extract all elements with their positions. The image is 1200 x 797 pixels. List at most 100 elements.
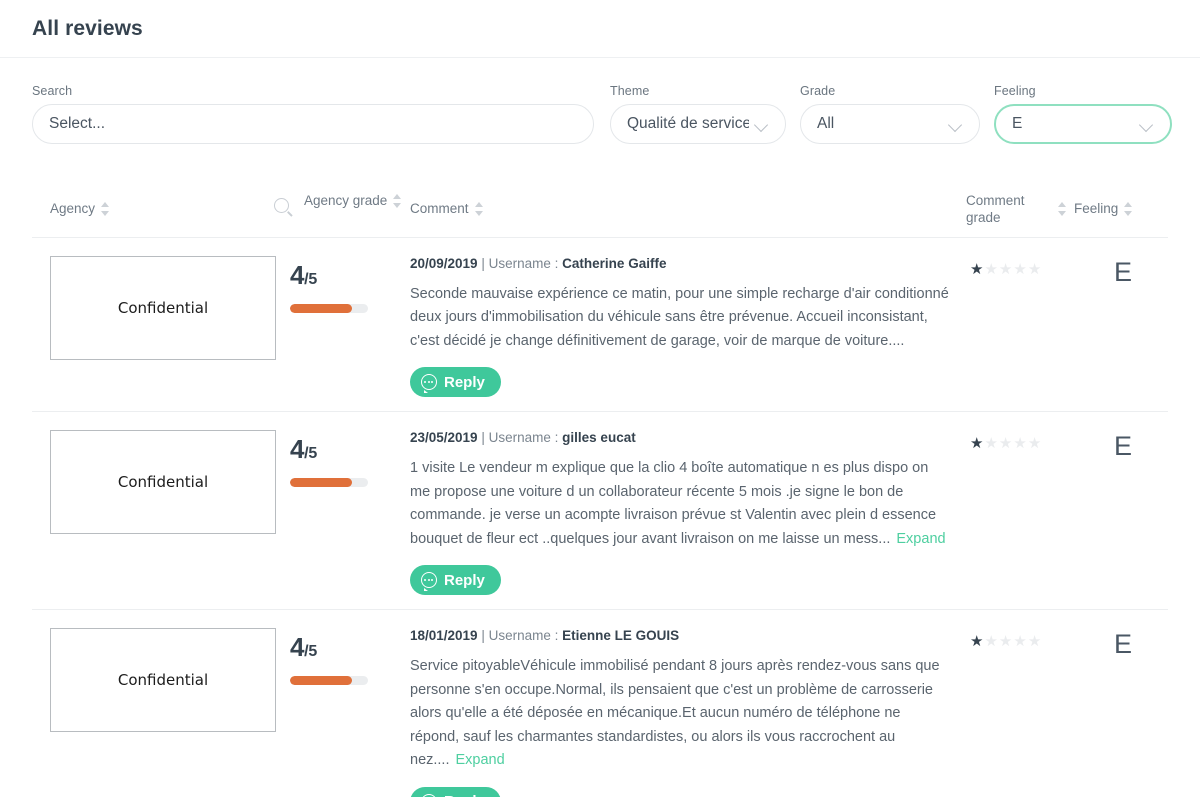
agency-confidential-box: Confidential xyxy=(50,430,276,535)
reply-button-label: Reply xyxy=(444,373,485,391)
sort-arrows-icon[interactable] xyxy=(474,201,484,217)
grade-select-value: All xyxy=(817,115,835,132)
comment-text: 1 visite Le vendeur m explique que la cl… xyxy=(410,460,946,547)
comment-username: gilles eucat xyxy=(562,430,636,446)
column-header-feeling[interactable]: Feeling xyxy=(1074,200,1133,217)
star-icon: ★ xyxy=(1013,261,1027,278)
comment-grade-stars: ★ ★ ★ ★ ★ xyxy=(970,436,1041,451)
sort-arrows-icon[interactable] xyxy=(393,193,402,209)
comment-meta: 23/05/2019 | Username : gilles eucat xyxy=(410,430,952,445)
search-filter: Search Select... xyxy=(32,84,594,144)
chevron-down-icon xyxy=(949,120,963,129)
star-icon: ★ xyxy=(984,435,998,453)
expand-link[interactable]: Expand xyxy=(896,531,945,547)
cell-feeling: E xyxy=(1078,430,1168,595)
meta-separator: | xyxy=(481,628,485,644)
star-icon: ★ xyxy=(970,633,984,651)
search-input-placeholder: Select... xyxy=(49,115,105,132)
reply-button[interactable]: Reply xyxy=(410,786,501,797)
agency-search-icon-wrap[interactable] xyxy=(274,198,289,213)
search-input[interactable]: Select... xyxy=(32,104,594,144)
feeling-value: E xyxy=(1113,257,1132,287)
star-icon: ★ xyxy=(1013,435,1027,453)
chevron-down-icon xyxy=(755,120,769,129)
reply-button[interactable]: Reply xyxy=(410,367,501,398)
star-icon: ★ xyxy=(970,435,984,453)
agency-grade-value: 4/5 xyxy=(290,434,317,465)
username-label: Username : xyxy=(488,430,559,446)
comment-grade-stars: ★ ★ ★ ★ ★ xyxy=(970,262,1041,277)
cell-agency: Confidential xyxy=(32,430,290,595)
grade-label: Grade xyxy=(800,84,836,98)
reply-button-label: Reply xyxy=(444,571,485,589)
table-row: Confidential 4/5 18/01/2019 | Username : E… xyxy=(32,610,1168,797)
theme-label: Theme xyxy=(610,84,650,98)
star-icon: ★ xyxy=(1027,435,1042,453)
sort-arrows-icon[interactable] xyxy=(1058,201,1067,217)
cell-comment-grade: ★ ★ ★ ★ ★ xyxy=(970,256,1078,397)
star-icon: ★ xyxy=(998,261,1013,278)
column-header-agency-grade-label: Agency grade xyxy=(304,193,388,208)
reviews-list: Confidential 4/5 20/09/2019 | Username : C… xyxy=(32,238,1168,797)
table-row: Confidential 4/5 20/09/2019 | Username : C… xyxy=(32,238,1168,413)
cell-agency-grade: 4/5 xyxy=(290,430,410,595)
column-header-comment[interactable]: Comment xyxy=(410,200,484,217)
cell-agency: Confidential xyxy=(32,628,290,797)
agency-name: Confidential xyxy=(117,299,209,317)
cell-feeling: E xyxy=(1078,256,1168,397)
sort-arrows-icon[interactable] xyxy=(101,201,110,217)
agency-name: Confidential xyxy=(117,671,209,690)
cell-comment-grade: ★ ★ ★ ★ ★ xyxy=(970,430,1078,595)
comment-meta: 18/01/2019 | Username : Etienne LE GOUIS xyxy=(410,628,952,643)
comment-text: Service pitoyableVéhicule immobilisé pen… xyxy=(410,658,940,769)
username-label: Username : xyxy=(488,628,559,644)
agency-grade-progress xyxy=(290,478,368,488)
cell-comment: 20/09/2019 | Username : Catherine Gaiffe… xyxy=(410,256,970,398)
all-reviews-page: All reviews Search Select... Theme Quali… xyxy=(0,0,1200,797)
column-header-comment-grade-label: Comment grade xyxy=(966,193,1025,226)
agency-grade-progress xyxy=(290,304,368,313)
meta-separator: | xyxy=(481,256,485,271)
search-label: Search xyxy=(32,84,73,98)
expand-link[interactable]: Expand xyxy=(456,752,505,768)
cell-comment: 18/01/2019 | Username : Etienne LE GOUIS… xyxy=(410,628,970,797)
search-icon[interactable] xyxy=(274,198,289,213)
feeling-select-value: E xyxy=(1012,115,1023,132)
star-icon: ★ xyxy=(984,633,998,651)
agency-confidential-box: Confidential xyxy=(50,256,276,360)
comment-bubble-icon xyxy=(421,572,437,592)
page-title: All reviews xyxy=(32,16,143,40)
star-icon: ★ xyxy=(1013,633,1027,651)
grade-filter: Grade All xyxy=(800,84,980,144)
comment-date: 23/05/2019 xyxy=(410,430,478,446)
star-icon: ★ xyxy=(998,435,1013,453)
feeling-select[interactable]: E xyxy=(994,104,1172,144)
grade-select[interactable]: All xyxy=(800,104,980,144)
column-header-agency-label: Agency xyxy=(50,201,96,216)
table-row: Confidential 4/5 23/05/2019 | Username : g… xyxy=(32,412,1168,611)
comment-username: Etienne LE GOUIS xyxy=(562,628,680,644)
column-header-comment-grade[interactable]: Comment grade xyxy=(966,192,1067,227)
meta-separator: | xyxy=(481,430,485,446)
reply-button[interactable]: Reply xyxy=(410,565,501,596)
star-icon: ★ xyxy=(1027,633,1042,651)
column-header-agency-grade[interactable]: Agency grade xyxy=(304,192,402,209)
column-header-agency[interactable]: Agency xyxy=(50,200,110,217)
reply-button-label: Reply xyxy=(444,793,485,797)
cell-agency-grade: 4/5 xyxy=(290,628,410,797)
star-icon: ★ xyxy=(970,261,984,278)
column-header-comment-label: Comment xyxy=(410,201,469,216)
comment-bubble-icon xyxy=(421,374,437,394)
sort-arrows-icon[interactable] xyxy=(1124,201,1133,217)
feeling-label: Feeling xyxy=(994,84,1036,98)
star-icon: ★ xyxy=(1027,261,1042,278)
comment-username: Catherine Gaiffe xyxy=(562,256,667,271)
theme-filter: Theme Qualité de service xyxy=(610,84,786,144)
agency-grade-progress xyxy=(290,676,368,686)
cell-agency: Confidential xyxy=(32,256,290,397)
comment-date: 20/09/2019 xyxy=(410,256,478,271)
feeling-value: E xyxy=(1113,629,1132,660)
theme-select[interactable]: Qualité de service xyxy=(610,104,786,144)
star-icon: ★ xyxy=(984,261,998,278)
cell-comment: 23/05/2019 | Username : gilles eucat 1 vi… xyxy=(410,430,970,596)
